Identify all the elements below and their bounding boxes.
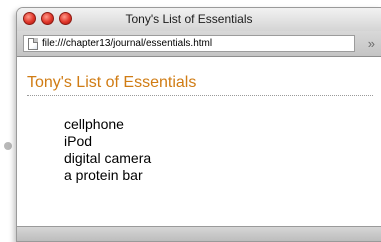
list-item: digital camera <box>64 150 152 166</box>
browser-toolbar: file:///chapter13/journal/essentials.htm… <box>17 31 381 57</box>
address-bar[interactable]: file:///chapter13/journal/essentials.htm… <box>23 35 355 52</box>
page-content: Tony's List of Essentials cellphone iPod… <box>17 57 381 227</box>
list-item: a protein bar <box>64 167 143 183</box>
essentials-list: cellphone iPod digital camera a protein … <box>64 116 151 184</box>
list-item: cellphone <box>64 116 124 132</box>
background-dot <box>4 142 12 150</box>
list-item: iPod <box>64 133 93 149</box>
address-url[interactable]: file:///chapter13/journal/essentials.htm… <box>42 38 212 49</box>
window-title: Tony's List of Essentials <box>125 12 253 26</box>
browser-window: Tony's List of Essentials file:///chapte… <box>16 7 381 242</box>
page-document-icon <box>28 37 38 50</box>
title-bar[interactable]: Tony's List of Essentials <box>17 8 381 31</box>
page-heading: Tony's List of Essentials <box>27 74 373 96</box>
status-bar <box>17 226 381 241</box>
toolbar-overflow-chevron-icon[interactable]: » <box>368 36 375 51</box>
